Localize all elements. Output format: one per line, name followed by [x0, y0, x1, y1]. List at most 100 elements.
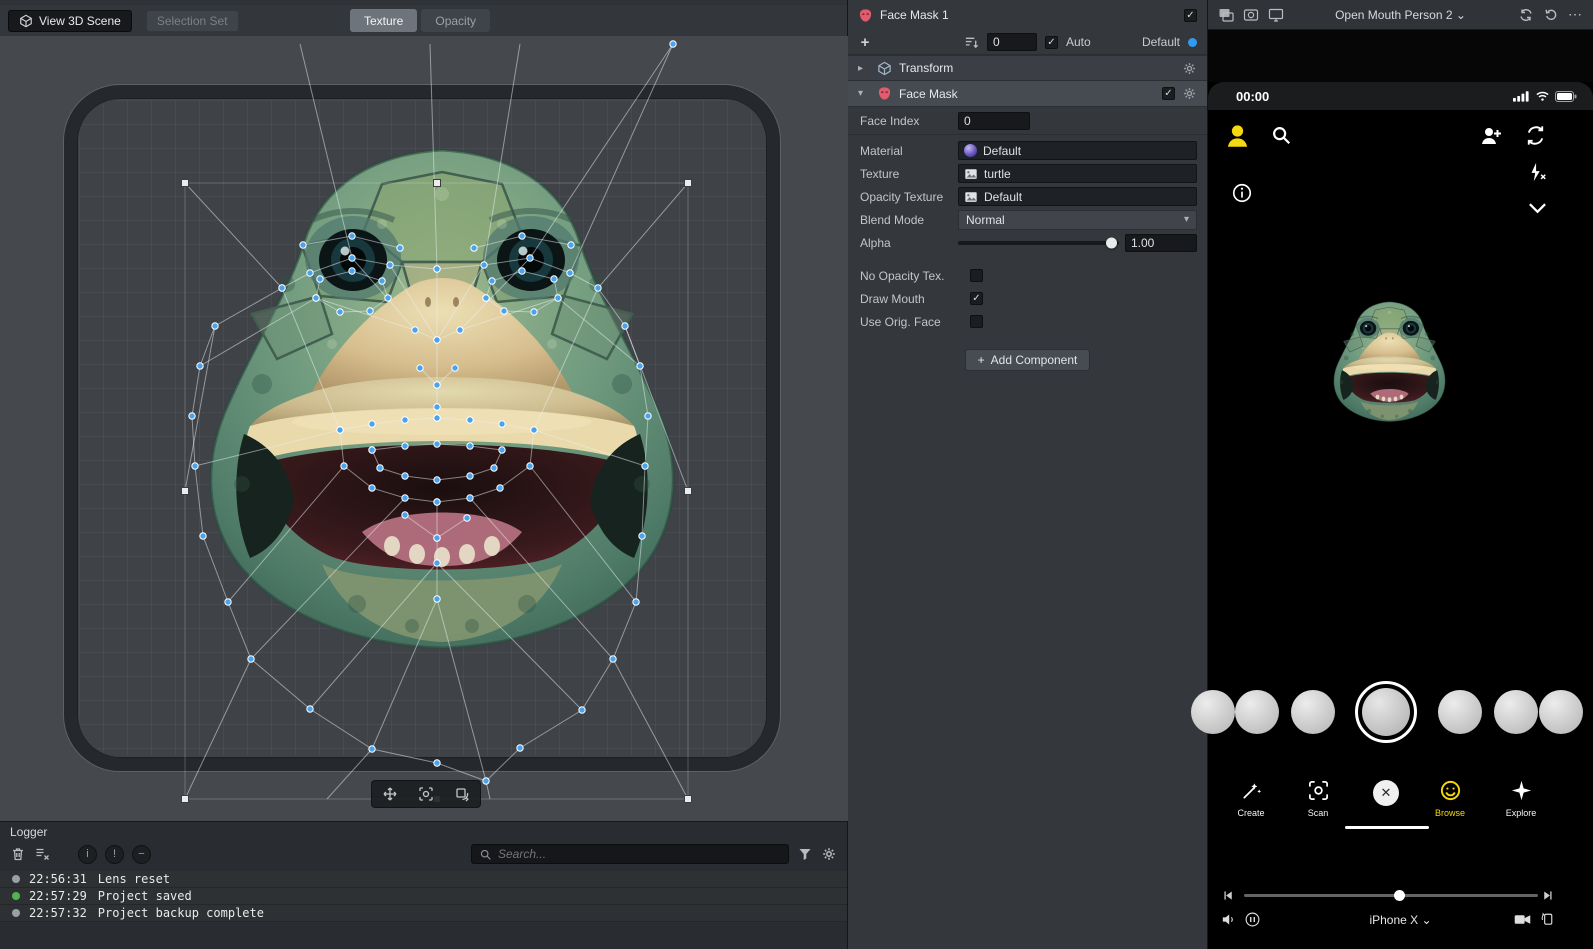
texture-field[interactable]: turtle	[958, 164, 1197, 183]
rotate-device-icon[interactable]	[1539, 910, 1556, 927]
more-menu-icon[interactable]: ⋯	[1568, 6, 1583, 23]
material-field[interactable]: Default	[958, 141, 1197, 160]
handle-bottom-left[interactable]	[181, 795, 189, 803]
webcam-preview-icon[interactable]	[1243, 7, 1259, 23]
warning-filter-button[interactable]: !	[105, 844, 124, 864]
handle-top-left[interactable]	[181, 179, 189, 187]
handle-mid-left[interactable]	[181, 487, 189, 495]
alpha-slider-thumb[interactable]	[1106, 237, 1117, 248]
handle-top-center[interactable]	[433, 179, 441, 187]
alpha-slider[interactable]	[958, 237, 1119, 248]
lens-circle[interactable]	[1494, 690, 1538, 734]
mesh-cross-lines	[194, 257, 646, 782]
render-order-input[interactable]	[987, 33, 1037, 51]
nav-scan[interactable]: Scan	[1289, 779, 1347, 818]
blend-mode-select[interactable]: Normal ▾	[958, 209, 1197, 230]
object-enabled-checkbox[interactable]: ✓	[1184, 8, 1197, 22]
remove-lens-button[interactable]: ✕	[1357, 780, 1415, 806]
use-orig-face-checkbox[interactable]: ✓	[970, 315, 983, 328]
info-circle-icon[interactable]	[1231, 182, 1253, 204]
lens-circle[interactable]	[1539, 690, 1583, 734]
sync-loop-icon[interactable]	[1518, 7, 1534, 23]
handle-top-right[interactable]	[684, 179, 692, 187]
explore-star-icon	[1510, 779, 1533, 802]
profile-bitmoji-icon[interactable]	[1224, 122, 1251, 149]
material-value: Default	[983, 143, 1022, 158]
nav-create-label: Create	[1237, 808, 1265, 818]
draw-mouth-checkbox[interactable]: ✓	[970, 292, 983, 305]
error-filter-button[interactable]: −	[132, 844, 151, 864]
object-name: Face Mask 1	[880, 8, 949, 22]
lens-circle[interactable]	[1191, 690, 1235, 734]
camcorder-icon[interactable]	[1514, 912, 1531, 927]
chevron-right-icon[interactable]: ▸	[858, 63, 870, 74]
lens-circle[interactable]	[1235, 690, 1279, 734]
face-mesh-overlay[interactable]	[0, 36, 848, 821]
view-3d-scene-button[interactable]: View 3D Scene	[8, 9, 132, 32]
chevron-down-icon: ⌄	[1455, 7, 1466, 22]
nav-explore-label: Explore	[1505, 808, 1537, 818]
cube-3d-icon	[19, 14, 33, 28]
image-icon	[964, 190, 978, 204]
filter-funnel-icon[interactable]	[797, 846, 813, 862]
device-frame-icon[interactable]	[1268, 7, 1284, 23]
lens-circle[interactable]	[1438, 690, 1482, 734]
gear-icon[interactable]	[1182, 61, 1197, 76]
add-component-button[interactable]: + Add Component	[964, 349, 1091, 371]
prev-frame-icon[interactable]	[1222, 889, 1235, 902]
logger-search[interactable]	[471, 844, 789, 864]
handle-mid-right[interactable]	[684, 487, 692, 495]
device-select[interactable]: iPhone X ⌄	[1208, 913, 1593, 927]
nav-create[interactable]: Create	[1222, 779, 1280, 818]
focus-snapshot-icon[interactable]	[418, 786, 434, 802]
playback-slider-thumb[interactable]	[1394, 890, 1405, 901]
nav-browse[interactable]: Browse	[1421, 779, 1479, 818]
next-frame-icon[interactable]	[1541, 889, 1554, 902]
auto-checkbox[interactable]: ✓	[1045, 35, 1058, 49]
transform-move-icon[interactable]	[382, 786, 398, 802]
chevron-down-icon[interactable]: ▾	[858, 88, 870, 99]
trash-icon[interactable]	[10, 846, 26, 862]
tab-opacity[interactable]: Opacity	[421, 9, 491, 32]
handle-bottom-right[interactable]	[684, 795, 692, 803]
opacity-texture-field[interactable]: Default	[958, 187, 1197, 206]
gear-icon[interactable]	[1182, 86, 1197, 101]
face-mask-enabled-checkbox[interactable]: ✓	[1162, 87, 1175, 100]
chevron-down-icon[interactable]	[1528, 202, 1547, 214]
scene-toolbar: View 3D Scene Selection Set Texture Opac…	[0, 5, 847, 36]
tab-scene[interactable]: Scene	[28, 0, 59, 3]
split-view-icon[interactable]	[1218, 7, 1234, 23]
playback-slider[interactable]	[1244, 894, 1538, 897]
flash-off-icon[interactable]	[1526, 161, 1548, 183]
tab-texture[interactable]: Texture	[350, 9, 418, 32]
info-filter-button[interactable]: i	[78, 844, 97, 864]
texture-label: Texture	[860, 166, 900, 181]
clear-list-icon[interactable]	[34, 846, 50, 862]
flip-camera-icon[interactable]	[1524, 124, 1547, 147]
lens-circle[interactable]	[1291, 690, 1335, 734]
face-mask-section-header[interactable]: ▾ Face Mask ✓	[848, 81, 1207, 107]
selection-set-button[interactable]: Selection Set	[145, 9, 239, 32]
render-order-icon[interactable]	[964, 35, 979, 50]
add-icon[interactable]: +	[858, 34, 872, 51]
default-indicator-dot[interactable]	[1188, 37, 1197, 47]
use-orig-face-label: Use Orig. Face	[860, 314, 941, 329]
alpha-input[interactable]	[1125, 233, 1197, 252]
active-lens-button[interactable]	[1355, 681, 1417, 743]
viewport-overlay-toolbar	[371, 780, 481, 808]
reset-preview-icon[interactable]	[1543, 7, 1559, 23]
transform-section-header[interactable]: ▸ Transform	[848, 55, 1207, 81]
scene-viewport[interactable]	[0, 36, 848, 821]
tab-material-editor[interactable]: Material Editor	[452, 0, 523, 3]
no-opacity-checkbox[interactable]: ✓	[970, 269, 983, 282]
material-sphere-icon	[964, 144, 977, 157]
search-icon[interactable]	[1270, 124, 1292, 146]
rotate-view-icon[interactable]	[454, 786, 470, 802]
face-index-input[interactable]	[958, 111, 1030, 130]
nav-explore[interactable]: Explore	[1492, 779, 1550, 818]
logger-search-input[interactable]	[498, 847, 781, 861]
scene-mode-tabs: Texture Opacity	[350, 9, 491, 32]
add-friend-icon[interactable]	[1479, 124, 1503, 148]
blend-mode-value: Normal	[966, 212, 1005, 227]
logger-settings-gear-icon[interactable]	[821, 846, 837, 862]
